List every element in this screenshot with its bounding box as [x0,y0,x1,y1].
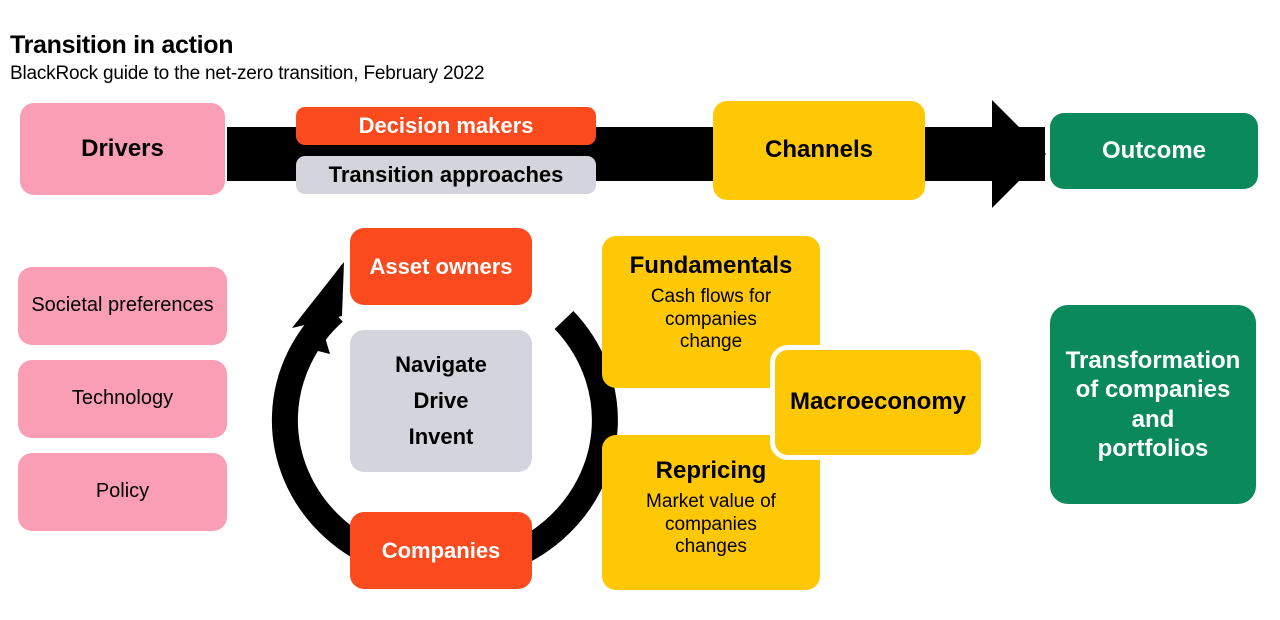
stage-box-drivers-label: Drivers [81,134,164,162]
cycle-box-asset-owners[interactable]: Asset owners [350,228,532,305]
channel-box-macroeconomy[interactable]: Macroeconomy [770,345,986,460]
outcome-box-transformation[interactable]: Transformation of companies and portfoli… [1050,305,1256,504]
channel-box-fundamentals-title: Fundamentals [629,252,793,279]
stage-box-decision-makers[interactable]: Decision makers [296,107,596,145]
driver-item-policy[interactable]: Policy [18,453,227,531]
channel-box-fundamentals-body-2: companies [665,308,757,330]
driver-item-label: Societal preferences [31,294,214,317]
channel-box-fundamentals-body-3: change [679,331,743,353]
driver-item-label: Policy [95,480,150,503]
channel-box-repricing-body-2: companies [665,513,757,535]
cycle-box-companies[interactable]: Companies [350,512,532,589]
page-subtitle: BlackRock guide to the net-zero transiti… [10,63,485,84]
channel-box-repricing-title: Repricing [655,457,767,484]
stage-box-drivers[interactable]: Drivers [20,103,225,195]
cycle-approach-line-3: Invent [408,424,474,449]
stage-box-outcome[interactable]: Outcome [1050,113,1258,189]
channel-box-macroeconomy-label: Macroeconomy [789,388,967,416]
channel-box-repricing-body-3: changes [675,536,747,558]
outcome-line-3: and [1131,405,1175,433]
outcome-line-2: of companies [1075,376,1231,404]
cycle-approach-line-1: Navigate [395,352,487,377]
driver-item-societal-preferences[interactable]: Societal preferences [18,267,227,345]
flow-arrow-head [992,100,1046,208]
cycle-box-approaches[interactable]: Navigate Drive Invent [350,330,532,472]
stage-box-decision-makers-label: Decision makers [358,113,534,139]
stage-box-channels[interactable]: Channels [713,101,925,200]
stage-box-outcome-label: Outcome [1101,136,1206,164]
cycle-box-companies-label: Companies [381,537,501,563]
stage-box-channels-label: Channels [764,136,874,164]
outcome-line-1: Transformation [1065,346,1241,374]
driver-item-technology[interactable]: Technology [18,360,227,438]
channel-box-fundamentals-body-1: Cash flows for [650,286,772,308]
channel-box-repricing-body-1: Market value of [646,491,776,513]
outcome-line-4: portfolios [1097,434,1209,462]
cycle-approach-line-2: Drive [413,388,469,413]
cycle-box-asset-owners-label: Asset owners [369,253,513,279]
driver-item-label: Technology [71,387,174,410]
page-title: Transition in action [10,31,234,59]
stage-box-transition-approaches[interactable]: Transition approaches [296,156,596,194]
stage-box-transition-approaches-label: Transition approaches [328,162,564,188]
diagram-canvas: Transition in action BlackRock guide to … [0,0,1280,620]
